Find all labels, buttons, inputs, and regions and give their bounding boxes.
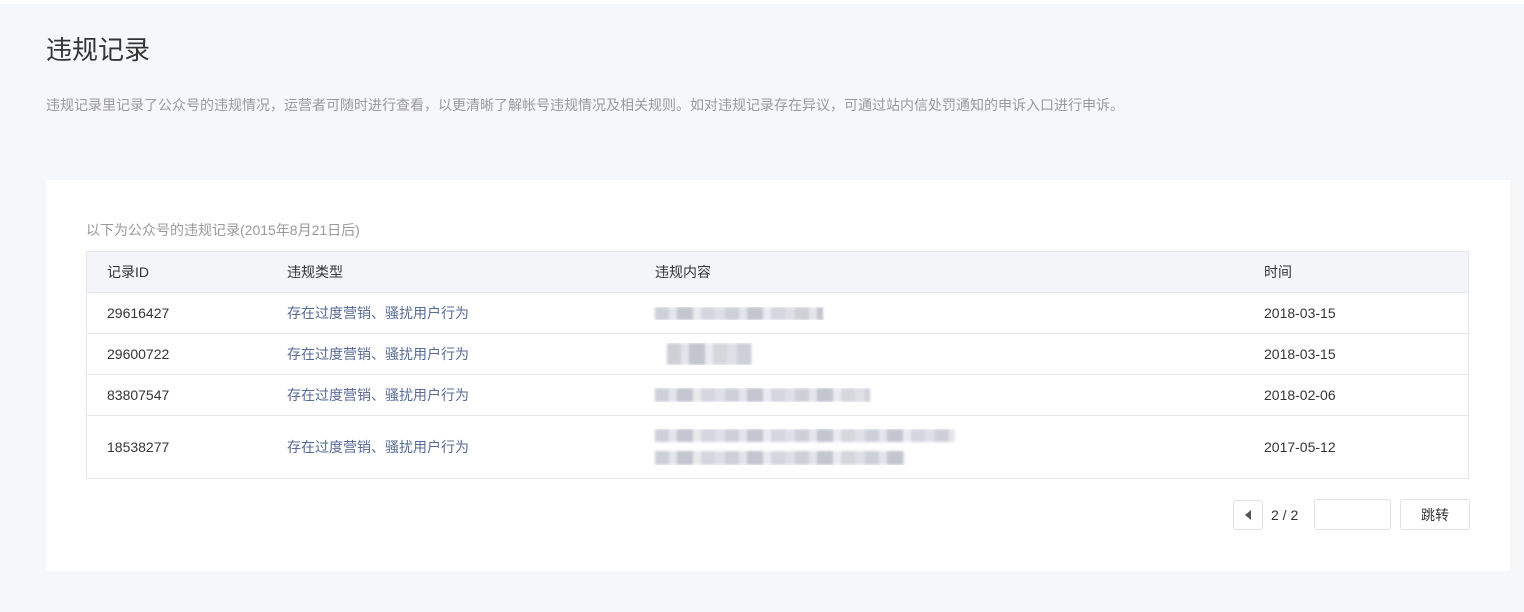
- column-header-time: 时间: [1264, 264, 1292, 280]
- jump-button[interactable]: 跳转: [1400, 499, 1470, 530]
- violation-content: [643, 306, 1244, 320]
- violation-type[interactable]: 存在过度营销、骚扰用户行为: [287, 305, 469, 321]
- redacted-text-block: [655, 451, 905, 465]
- redacted-text-block: [655, 429, 955, 442]
- page-indicator: 2 / 2: [1271, 506, 1299, 523]
- redacted-text-block: [655, 306, 823, 320]
- record-id: 18538277: [107, 439, 170, 455]
- table-row: 83807547 存在过度营销、骚扰用户行为 2018-02-06: [87, 374, 1468, 415]
- record-time: 2017-05-12: [1264, 439, 1336, 455]
- column-header-violation-type: 违规类型: [287, 264, 343, 280]
- records-subtitle: 以下为公众号的违规记录(2015年8月21日后): [86, 222, 360, 238]
- violation-content: [643, 388, 1244, 402]
- page-description: 违规记录里记录了公众号的违规情况，运营者可随时进行查看，以更清晰了解帐号违规情况…: [46, 97, 1124, 113]
- record-time: 2018-03-15: [1264, 305, 1336, 321]
- caret-left-icon: [1245, 509, 1251, 520]
- violation-records-table: 记录ID 违规类型 违规内容 时间 29616427 存在过度营销、骚扰用户行为…: [86, 251, 1469, 479]
- table-row: 29600722 存在过度营销、骚扰用户行为 2018-03-15: [87, 333, 1468, 374]
- column-header-violation-content: 违规内容: [655, 264, 711, 280]
- violation-type[interactable]: 存在过度营销、骚扰用户行为: [287, 346, 469, 362]
- page-title: 违规记录: [46, 35, 151, 65]
- record-time: 2018-03-15: [1264, 346, 1336, 362]
- redacted-text-block: [667, 343, 752, 365]
- table-header-row: 记录ID 违规类型 违规内容 时间: [87, 252, 1468, 292]
- record-id: 29616427: [107, 305, 170, 321]
- top-edge: [0, 0, 1524, 4]
- redacted-text-block: [655, 388, 870, 402]
- jump-page-input[interactable]: [1314, 499, 1391, 530]
- table-row: 18538277 存在过度营销、骚扰用户行为 2017-05-12: [87, 415, 1468, 478]
- records-card: 以下为公众号的违规记录(2015年8月21日后) 记录ID 违规类型 违规内容 …: [46, 180, 1510, 571]
- record-id: 83807547: [107, 387, 170, 403]
- violation-type[interactable]: 存在过度营销、骚扰用户行为: [287, 439, 469, 455]
- record-time: 2018-02-06: [1264, 387, 1336, 403]
- record-id: 29600722: [107, 346, 170, 362]
- violation-content: [643, 429, 1244, 465]
- violation-content: [643, 343, 1244, 365]
- column-header-record-id: 记录ID: [107, 264, 149, 280]
- pagination: 2 / 2 跳转: [1233, 499, 1470, 530]
- prev-page-button[interactable]: [1233, 499, 1263, 530]
- table-row: 29616427 存在过度营销、骚扰用户行为 2018-03-15: [87, 292, 1468, 333]
- violation-type[interactable]: 存在过度营销、骚扰用户行为: [287, 387, 469, 403]
